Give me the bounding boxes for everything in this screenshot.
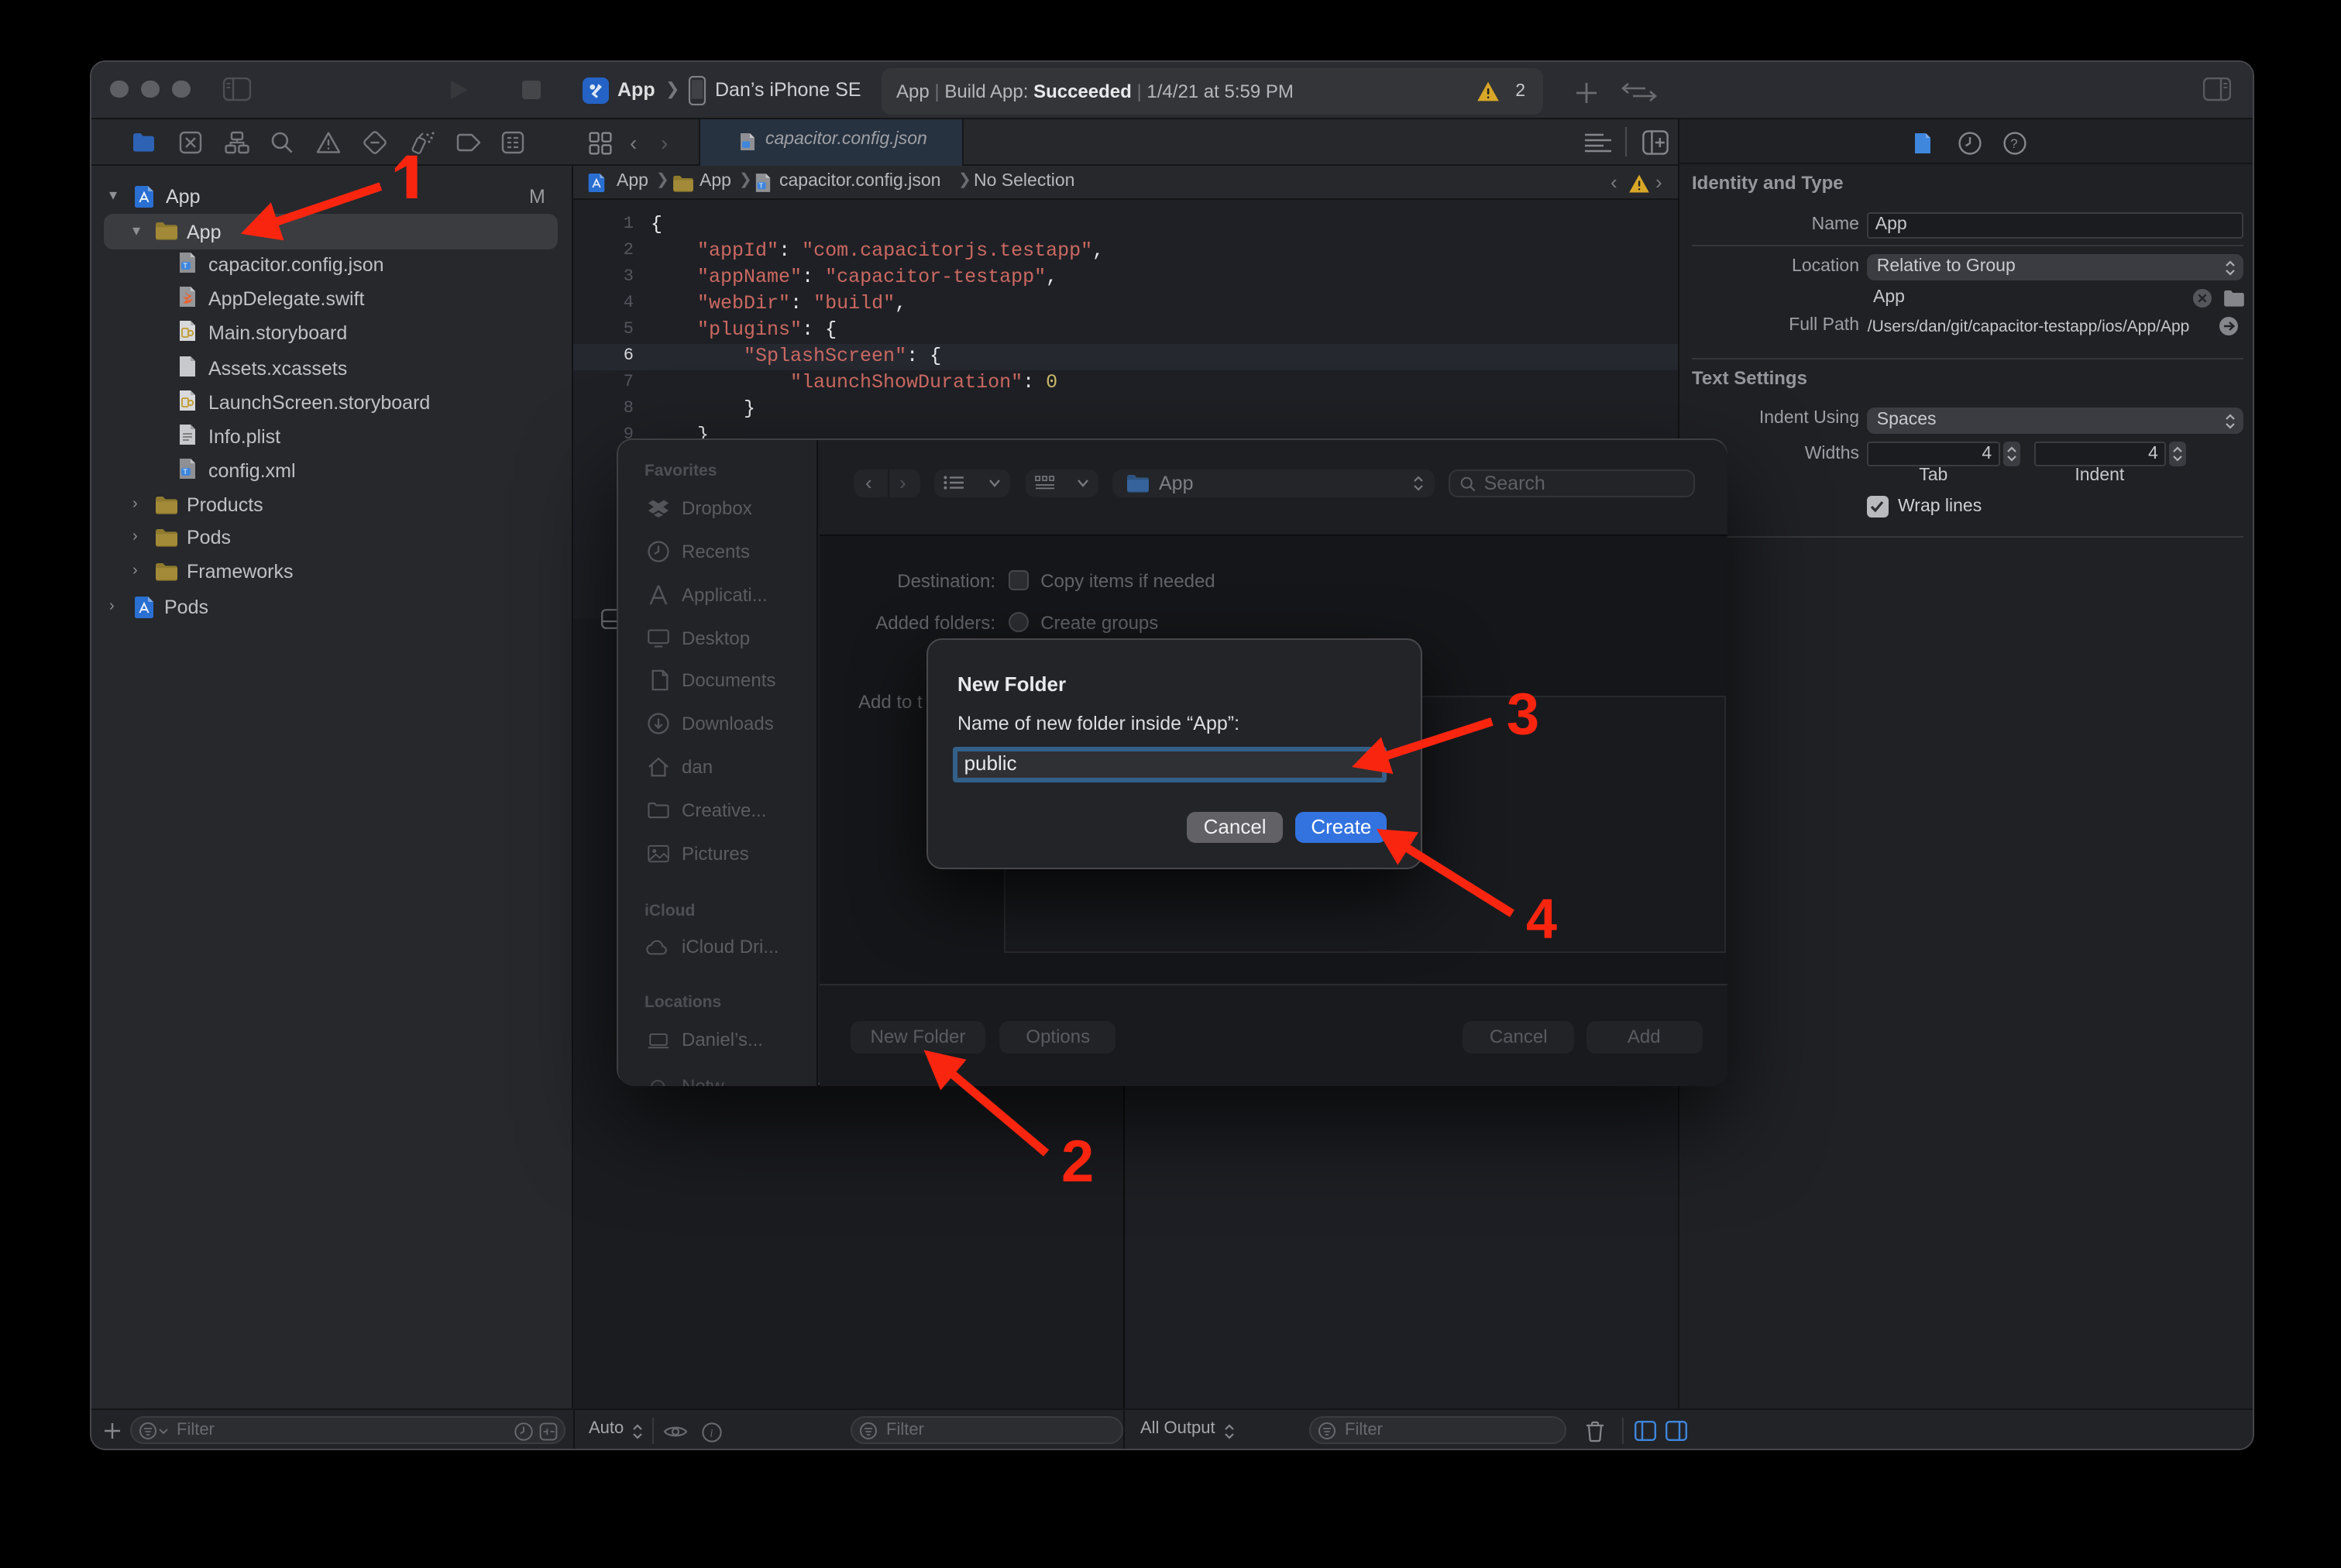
svg-text:T: T — [759, 182, 763, 189]
svg-text:T: T — [182, 468, 187, 476]
svg-text:T: T — [182, 262, 187, 270]
svg-text:?: ? — [2009, 136, 2016, 151]
svg-text:i: i — [709, 1426, 712, 1439]
